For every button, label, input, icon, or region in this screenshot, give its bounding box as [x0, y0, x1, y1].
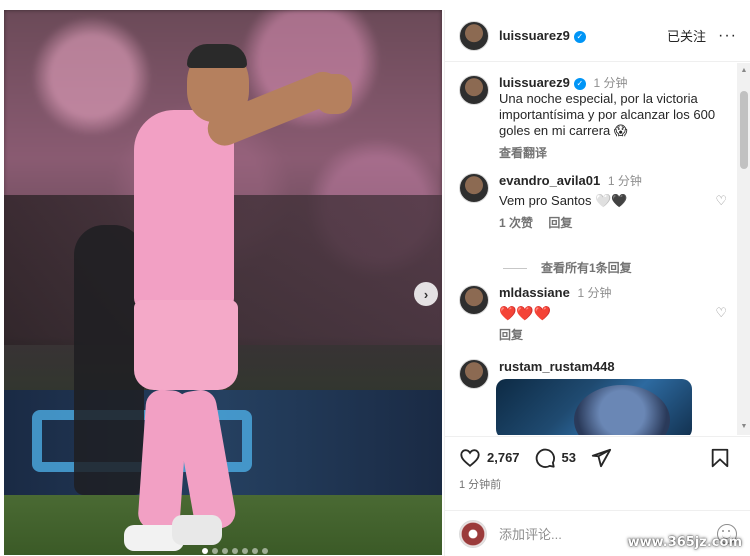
- like-button[interactable]: 2,767: [459, 447, 520, 469]
- carousel-dot: [202, 548, 208, 554]
- player-hand: [316, 74, 352, 114]
- commenter-username[interactable]: rustam_rustam448: [499, 359, 615, 374]
- carousel-next-button[interactable]: ›: [414, 282, 438, 306]
- carousel-dot: [232, 548, 238, 554]
- view-replies-button[interactable]: 查看所有1条回复: [503, 259, 632, 276]
- caption: luissuarez9 ✓ 1 分钟 Una noche especial, po…: [459, 75, 729, 161]
- post-actions: 2,767 53: [445, 436, 750, 478]
- comment-image-subject: [574, 385, 670, 435]
- caption-avatar[interactable]: [459, 75, 489, 105]
- commenter-avatar[interactable]: [459, 359, 489, 389]
- post-timestamp: 1 分钟前: [459, 479, 502, 491]
- comment-text: Vem pro Santos 🤍🖤: [499, 193, 628, 208]
- comment-meta: 1 次赞 回复: [499, 215, 729, 231]
- commenter-avatar[interactable]: [459, 285, 489, 315]
- post-photo[interactable]: ›: [4, 10, 442, 555]
- player-hair: [187, 44, 247, 68]
- caption-time: 1 分钟: [593, 76, 628, 90]
- caption-text: Una noche especial, por la victoria impo…: [499, 91, 716, 138]
- save-button[interactable]: [709, 447, 737, 469]
- carousel-dots: [202, 548, 268, 554]
- scrollbar-thumb[interactable]: [740, 91, 748, 169]
- commenter-avatar[interactable]: [459, 173, 489, 203]
- more-options-icon[interactable]: ···: [718, 27, 737, 45]
- heart-icon: [460, 448, 480, 467]
- comment-time: 1 分钟: [607, 174, 642, 188]
- chevron-right-icon: ›: [423, 286, 429, 302]
- comment-button[interactable]: 53: [534, 447, 576, 469]
- comment-like-count[interactable]: 1 次赞: [499, 216, 533, 230]
- comments-list: luissuarez9 ✓ 1 分钟 Una noche especial, po…: [445, 63, 737, 435]
- commenter-username[interactable]: mldassiane: [499, 285, 570, 300]
- comment-time: 1 分钟: [577, 286, 612, 300]
- share-button[interactable]: [590, 447, 612, 469]
- comment-item: evandro_avila01 1 分钟 Vem pro Santos 🤍🖤 1…: [459, 173, 729, 231]
- commenter-username[interactable]: evandro_avila01: [499, 173, 600, 188]
- save-icon: [711, 448, 729, 467]
- comment-reply-button[interactable]: 回复: [499, 328, 523, 342]
- carousel-dot: [262, 548, 268, 554]
- carousel-dot: [252, 548, 258, 554]
- player-shorts: [134, 300, 238, 390]
- post-header: luissuarez9 ✓ 已关注 ···: [445, 10, 750, 62]
- comment-meta: 回复: [499, 327, 729, 343]
- post-side-panel: luissuarez9 ✓ 已关注 ··· luissuarez9 ✓ 1 分钟 U…: [444, 10, 750, 556]
- scroll-down-icon[interactable]: ▼: [740, 423, 748, 431]
- comment-item: mldassiane 1 分钟 ❤️❤️❤️ 回复 ♡: [459, 285, 729, 343]
- comment-text: ❤️❤️❤️: [499, 305, 552, 321]
- following-button[interactable]: 已关注: [667, 26, 706, 45]
- caption-username[interactable]: luissuarez9: [499, 75, 570, 90]
- carousel-dot: [212, 548, 218, 554]
- scroll-up-icon[interactable]: ▲: [740, 67, 748, 75]
- verified-badge-icon: ✓: [573, 30, 586, 43]
- carousel-dot: [242, 548, 248, 554]
- heart-icon[interactable]: ♡: [715, 305, 727, 321]
- comment-icon: [535, 448, 555, 468]
- add-comment-input[interactable]: 添加评论...: [499, 524, 562, 543]
- like-count: 2,767: [487, 450, 520, 465]
- share-icon: [591, 448, 612, 467]
- heart-icon[interactable]: ♡: [715, 193, 727, 209]
- verified-badge-icon: ✓: [573, 77, 586, 90]
- see-translation-link[interactable]: 查看翻译: [499, 145, 729, 161]
- carousel-dot: [222, 548, 228, 554]
- comment-image[interactable]: [496, 379, 692, 435]
- comments-scrollbar[interactable]: ▲ ▼: [737, 63, 750, 435]
- player-boot-right: [172, 515, 222, 545]
- watermark: www.365jz.com: [627, 535, 742, 550]
- comment-count: 53: [561, 450, 577, 465]
- author-username[interactable]: luissuarez9 ✓: [499, 28, 586, 43]
- comment-reply-button[interactable]: 回复: [548, 216, 572, 230]
- author-avatar[interactable]: [459, 20, 489, 51]
- current-user-avatar: [459, 519, 487, 548]
